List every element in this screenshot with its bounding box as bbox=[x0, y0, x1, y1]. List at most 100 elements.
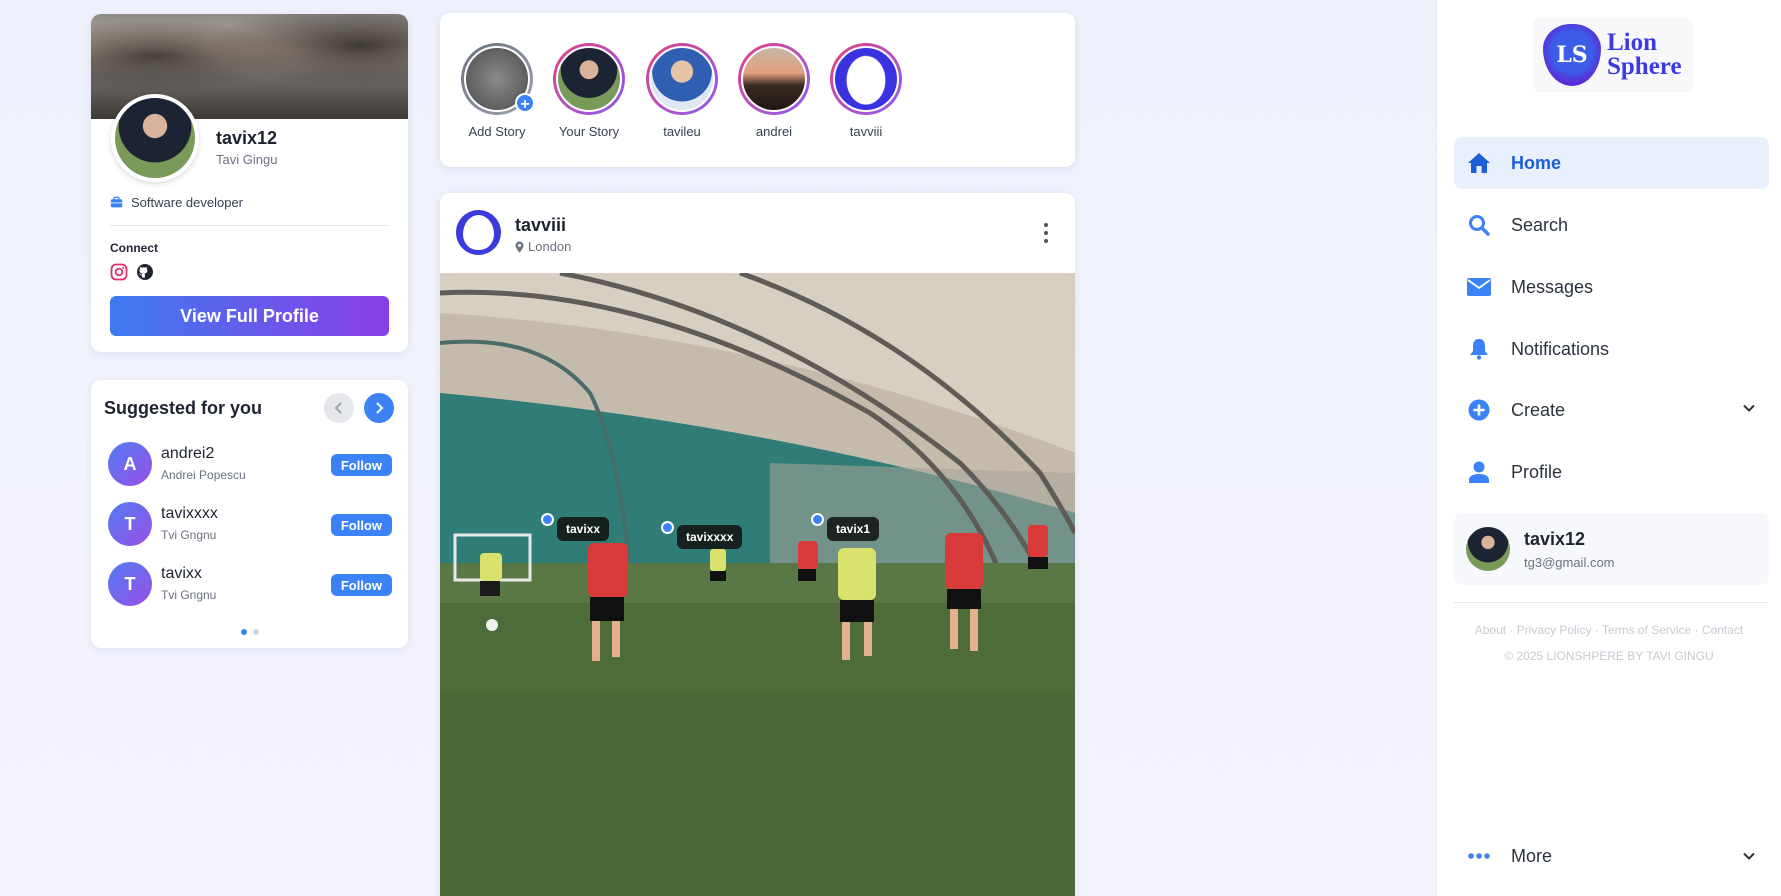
story-ring bbox=[646, 43, 718, 115]
nav-create[interactable]: Create bbox=[1454, 384, 1769, 436]
envelope-icon bbox=[1467, 275, 1491, 299]
profile-job: Software developer bbox=[110, 195, 243, 210]
briefcase-icon bbox=[110, 196, 123, 208]
logo-text: Lion Sphere bbox=[1607, 29, 1682, 80]
carousel-dot[interactable] bbox=[253, 629, 259, 635]
suggested-item: T tavixxxx Tvi Gngnu Follow bbox=[108, 502, 392, 546]
story-item[interactable]: andrei bbox=[734, 43, 814, 139]
suggested-item: A andrei2 Andrei Popescu Follow bbox=[108, 442, 392, 486]
nav-profile[interactable]: Profile bbox=[1454, 446, 1769, 498]
tag-marker[interactable] bbox=[811, 513, 824, 526]
nav-label: More bbox=[1511, 845, 1553, 866]
home-icon bbox=[1467, 151, 1491, 175]
story-thumbnail bbox=[833, 46, 899, 112]
suggested-card: Suggested for you A andrei2 Andrei Popes… bbox=[91, 380, 408, 648]
profile-full-name: Tavi Gingu bbox=[216, 152, 278, 167]
tag-marker[interactable] bbox=[541, 513, 554, 526]
divider bbox=[110, 225, 389, 226]
nav-messages[interactable]: Messages bbox=[1454, 261, 1769, 313]
post-image[interactable]: tavixx tavixxxx tavix1 bbox=[440, 273, 1075, 896]
story-thumbnail bbox=[556, 46, 622, 112]
story-label: tavviii bbox=[849, 124, 883, 139]
suggested-prev-button[interactable] bbox=[324, 393, 354, 423]
profile-avatar[interactable] bbox=[111, 94, 199, 182]
carousel-dots bbox=[241, 629, 259, 635]
nav-label: Search bbox=[1511, 214, 1569, 235]
footer-links[interactable]: About · Privacy Policy · Terms of Servic… bbox=[1437, 623, 1781, 637]
instagram-icon[interactable] bbox=[110, 263, 128, 281]
nav-notifications[interactable]: Notifications bbox=[1454, 323, 1769, 375]
suggested-full-name: Andrei Popescu bbox=[161, 468, 246, 482]
player bbox=[480, 553, 502, 596]
plus-circle-icon bbox=[1467, 398, 1491, 422]
current-user-card[interactable]: tavix12 tg3@gmail.com bbox=[1454, 513, 1769, 585]
carousel-dot-active[interactable] bbox=[241, 629, 247, 635]
ellipsis-icon bbox=[1467, 844, 1491, 868]
suggested-username[interactable]: tavixx bbox=[161, 565, 202, 583]
nav-more[interactable]: More bbox=[1454, 834, 1769, 878]
plus-icon: + bbox=[515, 93, 535, 113]
avatar[interactable]: T bbox=[108, 502, 152, 546]
post-location[interactable]: London bbox=[515, 239, 571, 254]
post-card: tavviii London tavixx tavixxxx tavix1 bbox=[440, 193, 1075, 896]
story-thumbnail bbox=[649, 46, 715, 112]
story-ring: + bbox=[461, 43, 535, 115]
follow-button[interactable]: Follow bbox=[330, 514, 392, 536]
connect-label: Connect bbox=[110, 241, 158, 255]
nav-label: Home bbox=[1511, 152, 1562, 173]
logo-line-1: Lion bbox=[1607, 29, 1658, 56]
story-label: tavileu bbox=[663, 124, 701, 139]
nav-search[interactable]: Search bbox=[1454, 199, 1769, 251]
suggested-title: Suggested for you bbox=[104, 398, 263, 418]
suggested-full-name: Tvi Gngnu bbox=[161, 588, 217, 602]
story-ring bbox=[553, 43, 625, 115]
lion-shield-icon: LS bbox=[1543, 24, 1601, 86]
story-thumbnail bbox=[741, 46, 807, 112]
tag-marker[interactable] bbox=[661, 521, 674, 534]
story-ring bbox=[738, 43, 810, 115]
lion-logo-icon bbox=[463, 215, 494, 250]
suggested-item: T tavixx Tvi Gngnu Follow bbox=[108, 562, 392, 606]
app-logo[interactable]: LS Lion Sphere bbox=[1533, 18, 1693, 92]
story-label: andrei bbox=[755, 124, 793, 139]
nav-label: Notifications bbox=[1511, 338, 1610, 359]
football-scene bbox=[440, 273, 1075, 896]
story-item[interactable]: Your Story bbox=[549, 43, 629, 139]
github-icon[interactable] bbox=[136, 263, 154, 281]
post-avatar[interactable] bbox=[456, 210, 501, 255]
story-label: Add Story bbox=[468, 124, 526, 139]
user-icon bbox=[1467, 460, 1491, 484]
user-tag[interactable]: tavixxxx bbox=[677, 525, 743, 549]
post-username[interactable]: tavviii bbox=[515, 215, 566, 236]
suggested-full-name: Tvi Gngnu bbox=[161, 528, 217, 542]
user-tag[interactable]: tavix1 bbox=[827, 517, 880, 541]
suggested-username[interactable]: andrei2 bbox=[161, 445, 214, 463]
profile-username: tavix12 bbox=[216, 128, 278, 148]
story-item[interactable]: tavileu bbox=[642, 43, 722, 139]
more-options-icon[interactable] bbox=[1043, 223, 1049, 243]
current-user-email: tg3@gmail.com bbox=[1524, 555, 1615, 570]
follow-button[interactable]: Follow bbox=[330, 574, 392, 596]
avatar[interactable]: T bbox=[108, 562, 152, 606]
avatar bbox=[1466, 527, 1510, 571]
suggested-next-button[interactable] bbox=[364, 393, 394, 423]
story-item[interactable]: tavviii bbox=[826, 43, 906, 139]
nav-label: Profile bbox=[1511, 461, 1563, 482]
avatar[interactable]: A bbox=[108, 442, 152, 486]
follow-button[interactable]: Follow bbox=[330, 454, 392, 476]
stories-bar: + Add Story Your Story tavileu andrei ta… bbox=[440, 13, 1075, 167]
story-ring bbox=[830, 43, 902, 115]
search-icon bbox=[1467, 213, 1491, 237]
user-tag[interactable]: tavixx bbox=[557, 517, 610, 541]
copyright: © 2025 LIONSHPERE BY TAVI GINGU bbox=[1504, 649, 1714, 663]
nav-home[interactable]: Home bbox=[1454, 137, 1769, 189]
post-location-text: London bbox=[528, 239, 572, 254]
nav-label: Create bbox=[1511, 399, 1566, 420]
social-links bbox=[110, 263, 154, 281]
logo-line-2: Sphere bbox=[1607, 53, 1682, 80]
view-full-profile-button[interactable]: View Full Profile bbox=[110, 296, 389, 336]
story-add[interactable]: + Add Story bbox=[457, 43, 537, 139]
divider bbox=[1454, 602, 1769, 603]
suggested-username[interactable]: tavixxxx bbox=[161, 505, 218, 523]
chevron-down-icon bbox=[1743, 852, 1755, 860]
